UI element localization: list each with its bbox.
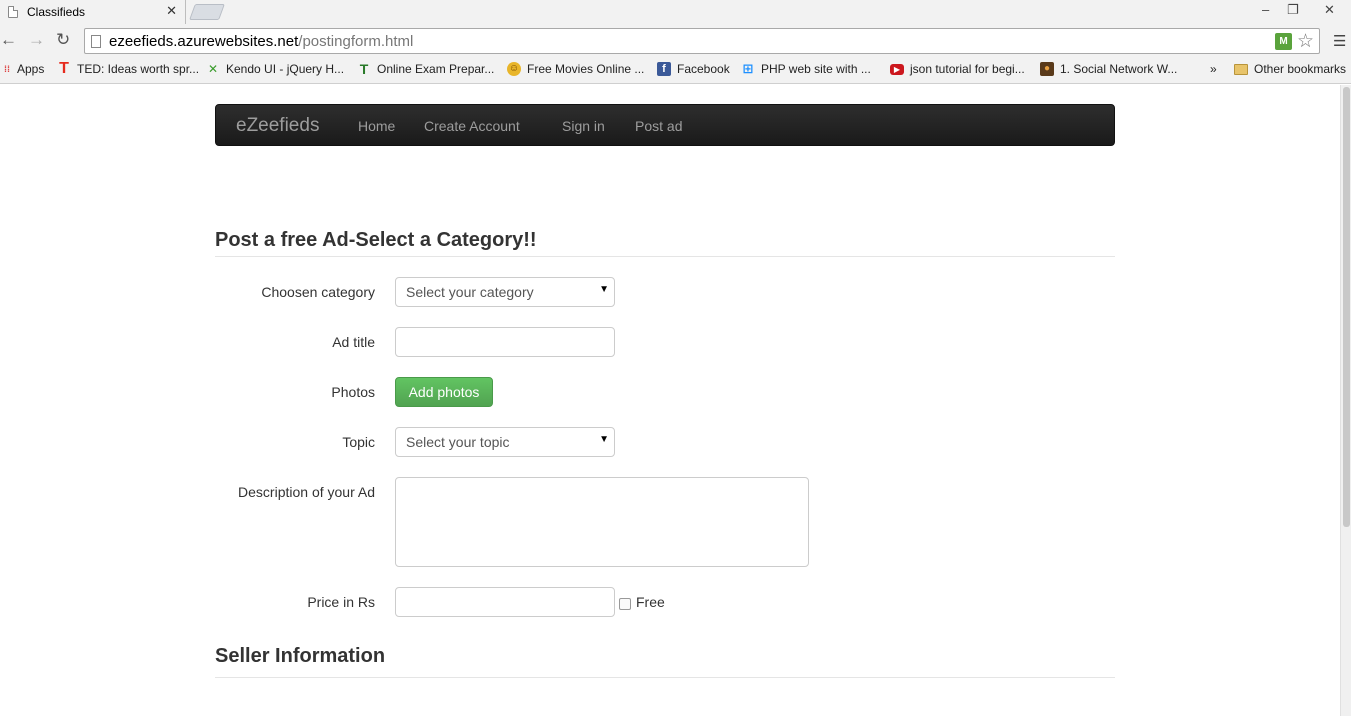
form-heading: Post a free Ad-Select a Category!!: [215, 229, 1115, 257]
price-label: Price in Rs: [307, 594, 375, 610]
page-icon: [8, 6, 18, 18]
bookmark-label: 1. Social Network W...: [1060, 62, 1178, 76]
windows-icon: ⊞: [742, 61, 754, 76]
chevron-down-icon: ▼: [599, 284, 609, 295]
bookmark-apps[interactable]: ⁞⁞ Apps: [2, 62, 44, 76]
bookmark-label: json tutorial for begi...: [910, 62, 1025, 76]
site-navbar: eZeefieds Home Create Account Sign in Po…: [215, 104, 1115, 146]
topic-select[interactable]: Select your topic ▼: [395, 427, 615, 457]
overflow-chevron-icon: »: [1210, 62, 1217, 76]
reload-icon[interactable]: ↻: [56, 30, 70, 50]
bookmark-php[interactable]: ⊞ PHP web site with ...: [741, 61, 871, 77]
facebook-icon: f: [657, 62, 671, 76]
tab-title: Classifieds: [27, 5, 86, 19]
bookmarks-bar: ⁞⁞ Apps T TED: Ideas worth spr... ✕ Kend…: [0, 58, 1351, 84]
bookmark-free-movies[interactable]: ☺ Free Movies Online ...: [507, 62, 644, 76]
bookmark-label: Online Exam Prepar...: [377, 62, 495, 76]
free-checkbox[interactable]: [619, 598, 631, 610]
back-icon[interactable]: ←: [0, 30, 17, 50]
page-viewport: [0, 85, 1351, 716]
bookmark-label: Kendo UI - jQuery H...: [226, 62, 345, 76]
extension-icon[interactable]: M: [1275, 33, 1292, 50]
category-select[interactable]: Select your category ▼: [395, 277, 615, 307]
url-path: /postingform.html: [298, 32, 414, 50]
bookmark-label: Facebook: [677, 62, 730, 76]
topic-select-value: Select your topic: [406, 434, 510, 450]
forward-icon[interactable]: →: [28, 30, 45, 50]
add-photos-button[interactable]: Add photos: [395, 377, 493, 407]
topic-label: Topic: [342, 434, 375, 450]
nav-create-account[interactable]: Create Account: [424, 118, 520, 134]
apps-grid-icon: ⁞⁞: [4, 64, 10, 74]
folder-icon: [1234, 63, 1248, 75]
ad-title-label: Ad title: [332, 334, 375, 350]
t-icon: T: [359, 61, 369, 77]
tab-close-icon[interactable]: ✕: [166, 3, 177, 19]
youtube-icon: ▶: [890, 63, 904, 75]
chevron-down-icon: ▼: [599, 434, 609, 445]
page-info-icon[interactable]: [91, 34, 101, 48]
smiley-icon: ☺: [507, 62, 521, 76]
bookmark-label: Apps: [17, 62, 45, 76]
nav-home[interactable]: Home: [358, 118, 395, 134]
new-tab-button[interactable]: [189, 4, 225, 20]
price-input[interactable]: [395, 587, 615, 617]
browser-titlebar: Classifieds ✕ – ❐ ✕: [0, 0, 1351, 24]
scroll-thumb[interactable]: [1343, 87, 1350, 527]
nav-sign-in[interactable]: Sign in: [562, 118, 605, 134]
url-host: ezeefieds.azurewebsites.net: [109, 32, 299, 50]
free-checkbox-label[interactable]: Free: [636, 594, 665, 610]
bookmark-label: Free Movies Online ...: [527, 62, 645, 76]
kendo-icon: ✕: [207, 62, 219, 76]
bookmark-star-icon[interactable]: ☆: [1297, 30, 1314, 53]
bookmark-label: Other bookmarks: [1254, 62, 1347, 76]
ted-icon: T: [59, 60, 69, 77]
bookmark-icon: ●: [1040, 62, 1054, 76]
bookmark-social[interactable]: ● 1. Social Network W...: [1040, 62, 1177, 76]
category-select-value: Select your category: [406, 284, 534, 300]
description-textarea[interactable]: [395, 477, 809, 567]
bookmark-online-exam[interactable]: T Online Exam Prepar...: [357, 61, 495, 77]
page-scrollbar[interactable]: [1340, 85, 1351, 716]
description-label: Description of your Ad: [238, 484, 375, 500]
brand-logo[interactable]: eZeefieds: [236, 115, 319, 137]
category-label: Choosen category: [261, 284, 375, 300]
bookmark-label: PHP web site with ...: [761, 62, 871, 76]
bookmark-kendo[interactable]: ✕ Kendo UI - jQuery H...: [206, 62, 344, 76]
bookmark-label: TED: Ideas worth spr...: [77, 62, 200, 76]
seller-heading: Seller Information: [215, 645, 1115, 678]
photos-label: Photos: [331, 384, 375, 400]
close-window-icon[interactable]: ✕: [1324, 2, 1335, 18]
bookmark-ted[interactable]: T TED: Ideas worth spr...: [57, 60, 200, 77]
minimize-icon[interactable]: –: [1262, 2, 1269, 17]
bookmark-facebook[interactable]: f Facebook: [657, 62, 730, 76]
address-bar[interactable]: ezeefieds.azurewebsites.net/postingform.…: [84, 28, 1320, 54]
browser-tab[interactable]: Classifieds ✕: [0, 0, 186, 24]
bookmarks-overflow[interactable]: »: [1210, 62, 1217, 76]
chrome-menu-icon[interactable]: ☰: [1333, 32, 1346, 50]
ad-title-input[interactable]: [395, 327, 615, 357]
bookmark-json[interactable]: ▶ json tutorial for begi...: [890, 62, 1025, 76]
nav-post-ad[interactable]: Post ad: [635, 118, 682, 134]
restore-icon[interactable]: ❐: [1287, 2, 1299, 18]
bookmark-other[interactable]: Other bookmarks: [1234, 62, 1346, 76]
